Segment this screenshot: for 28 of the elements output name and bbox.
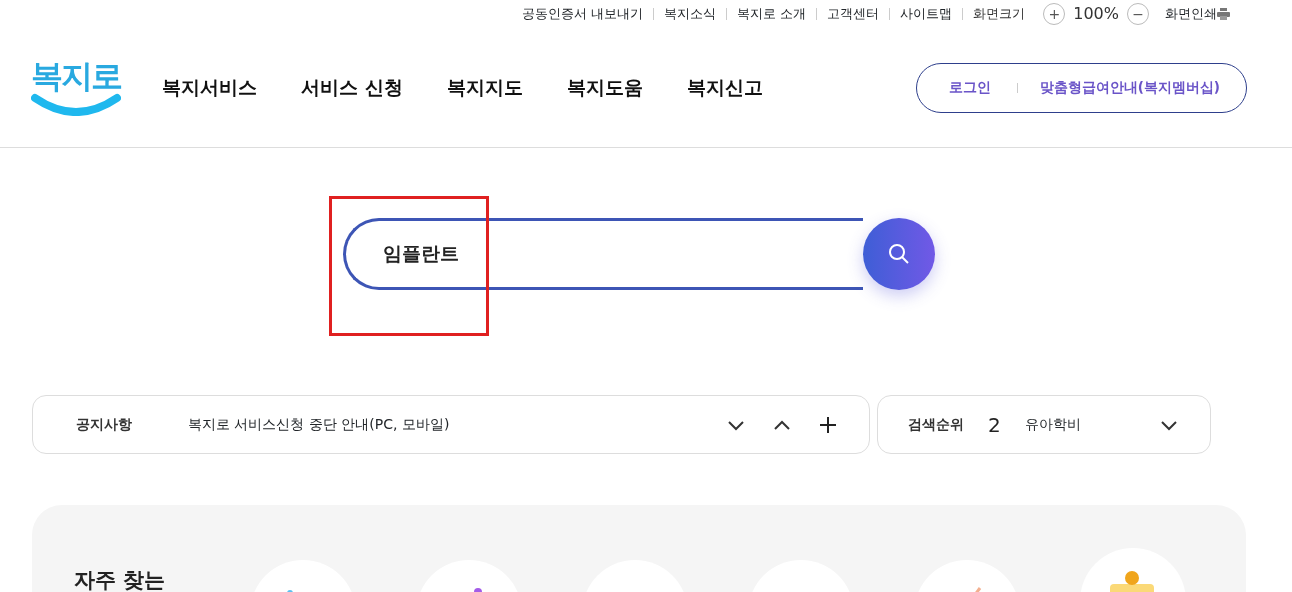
membership-link[interactable]: 맞춤형급여안내(복지멤버십) bbox=[1039, 77, 1220, 98]
zoom-value: 100% bbox=[1073, 3, 1119, 25]
utility-link[interactable]: 복지로 소개 bbox=[726, 8, 817, 20]
zoom-out-button[interactable]: − bbox=[1127, 3, 1149, 25]
notice-label: 공지사항 bbox=[76, 415, 132, 435]
section-title: 자주 찾는 bbox=[74, 567, 167, 592]
login-link[interactable]: 로그인 bbox=[948, 77, 991, 98]
nav-link[interactable]: 복지도움 bbox=[566, 73, 643, 102]
nav-link[interactable]: 복지서비스 bbox=[162, 73, 257, 102]
rank-number: 2 bbox=[988, 411, 1001, 439]
zoom-label: 화면크기 bbox=[962, 8, 1036, 20]
print-icon[interactable] bbox=[1217, 8, 1230, 20]
ranking-label: 검색순위 bbox=[908, 415, 964, 435]
zoom-in-button[interactable]: + bbox=[1043, 3, 1066, 25]
notice-link[interactable]: 복지로 서비스신청 중단 안내(PC, 모바일) bbox=[188, 414, 725, 435]
utility-link[interactable]: 사이트맵 bbox=[889, 8, 963, 20]
utility-link[interactable]: 공동인증서 내보내기 bbox=[512, 8, 654, 20]
utility-link[interactable]: 고객센터 bbox=[816, 8, 890, 20]
logo-text: 복지로 bbox=[31, 59, 121, 92]
utility-link[interactable]: 복지소식 bbox=[653, 8, 727, 20]
nav-link[interactable]: 복지지도 bbox=[446, 73, 523, 102]
search-icon bbox=[888, 243, 910, 265]
search-field[interactable]: 임플란트 bbox=[343, 218, 863, 290]
search-button[interactable] bbox=[863, 218, 935, 290]
ranking-term[interactable]: 유아학비 bbox=[1024, 414, 1158, 435]
print-link[interactable]: 화면인쇄 bbox=[1165, 4, 1217, 24]
nav-link[interactable]: 서비스 신청 bbox=[301, 73, 403, 102]
nav-link[interactable]: 복지신고 bbox=[686, 73, 763, 102]
